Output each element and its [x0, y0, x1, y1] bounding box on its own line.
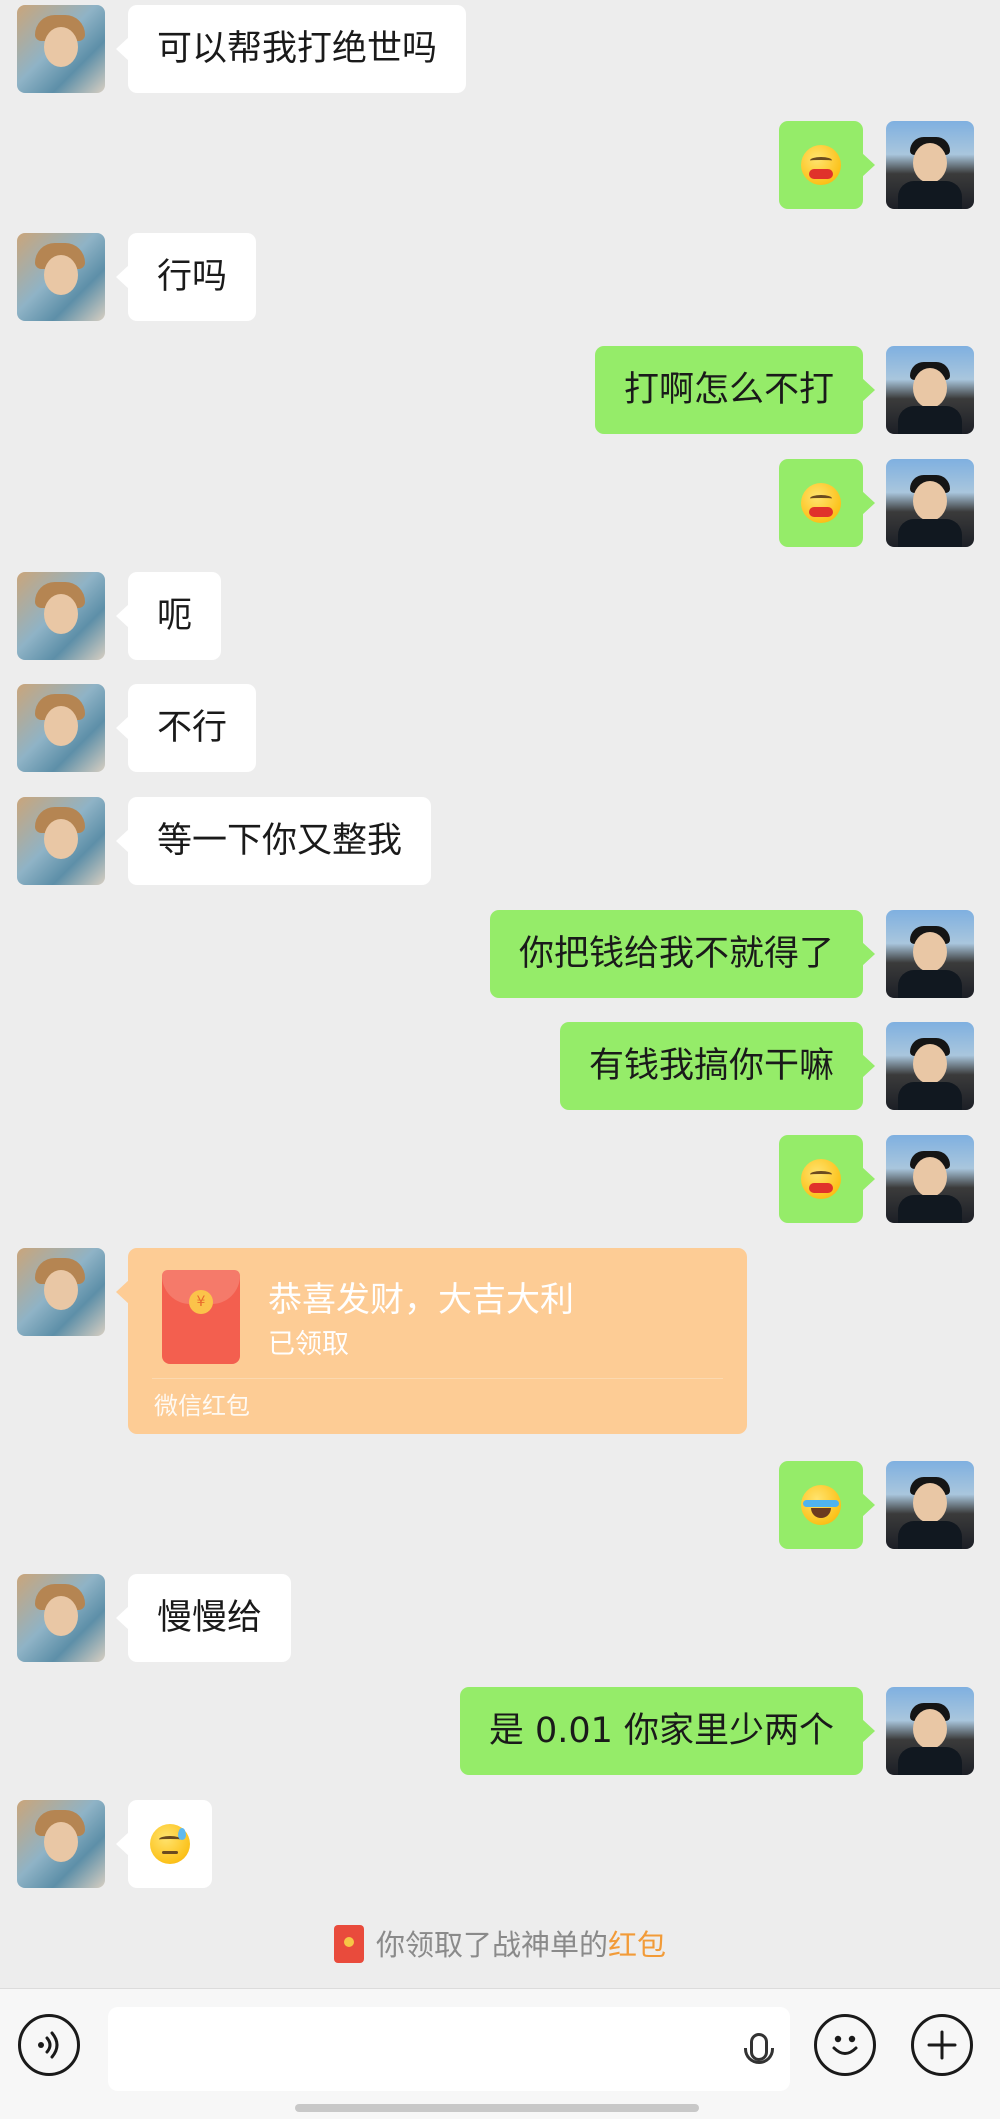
peer-avatar[interactable]: [17, 797, 105, 885]
red-packet-card[interactable]: ¥ 恭喜发财，大吉大利 已领取 微信红包: [116, 1248, 747, 1434]
red-packet-status: 已领取: [268, 1329, 349, 1360]
message-input[interactable]: [108, 2007, 790, 2091]
message-bubble[interactable]: 行吗: [115, 233, 257, 321]
message-bubble[interactable]: 是 0.01 你家里少两个: [459, 1687, 876, 1775]
tears-of-joy-face-icon: [801, 1484, 841, 1525]
my-avatar[interactable]: [886, 1687, 974, 1775]
message-bubble[interactable]: 打啊怎么不打: [594, 346, 876, 434]
system-notice: 你领取了战神单的红包: [0, 1922, 1000, 1966]
emoji-bubble[interactable]: [779, 459, 875, 547]
message-bubble[interactable]: 不行: [115, 684, 257, 772]
message-bubble[interactable]: 等一下你又整我: [115, 797, 432, 885]
my-avatar[interactable]: [886, 1022, 974, 1110]
blush-face-icon: [801, 1158, 841, 1199]
input-bar: [0, 1988, 1000, 2119]
peer-avatar[interactable]: [17, 1800, 105, 1888]
message-bubble[interactable]: 慢慢给: [115, 1574, 292, 1662]
my-avatar[interactable]: [886, 1461, 974, 1549]
peer-avatar[interactable]: [17, 5, 105, 93]
peer-avatar[interactable]: [17, 233, 105, 321]
more-button[interactable]: [911, 2014, 973, 2076]
microphone-icon[interactable]: [744, 2033, 774, 2064]
notice-text: 你领取了战神单的: [375, 1928, 608, 1962]
smiley-icon: [832, 2035, 858, 2055]
my-avatar[interactable]: [886, 910, 974, 998]
my-avatar[interactable]: [886, 459, 974, 547]
my-avatar[interactable]: [886, 1135, 974, 1223]
voice-icon: [38, 2031, 59, 2059]
divider: [152, 1378, 723, 1379]
my-avatar[interactable]: [886, 121, 974, 209]
home-indicator: [295, 2104, 699, 2112]
peer-avatar[interactable]: [17, 572, 105, 660]
red-envelope-icon: ¥: [162, 1270, 240, 1364]
message-bubble[interactable]: 呃: [115, 572, 222, 660]
emoji-bubble[interactable]: [779, 121, 875, 209]
peer-avatar[interactable]: [17, 1574, 105, 1662]
my-avatar[interactable]: [886, 346, 974, 434]
emoji-button[interactable]: [814, 2014, 876, 2076]
message-bubble[interactable]: 可以帮我打绝世吗: [115, 5, 467, 93]
peer-avatar[interactable]: [17, 684, 105, 772]
peer-avatar[interactable]: [17, 1248, 105, 1336]
emoji-bubble[interactable]: [116, 1800, 212, 1888]
plus-icon: [927, 2030, 957, 2060]
sweat-face-icon: [150, 1823, 190, 1864]
red-packet-title: 恭喜发财，大吉大利: [268, 1280, 574, 1320]
blush-face-icon: [801, 482, 841, 523]
message-bubble[interactable]: 你把钱给我不就得了: [489, 910, 876, 998]
red-packet-brand: 微信红包: [154, 1392, 250, 1420]
emoji-bubble[interactable]: [779, 1135, 875, 1223]
message-bubble[interactable]: 有钱我搞你干嘛: [559, 1022, 876, 1110]
blush-face-icon: [801, 144, 841, 185]
emoji-bubble[interactable]: [779, 1461, 875, 1549]
voice-button[interactable]: [18, 2014, 80, 2076]
red-packet-icon: [333, 1925, 364, 1963]
notice-link[interactable]: 红包: [608, 1928, 666, 1962]
